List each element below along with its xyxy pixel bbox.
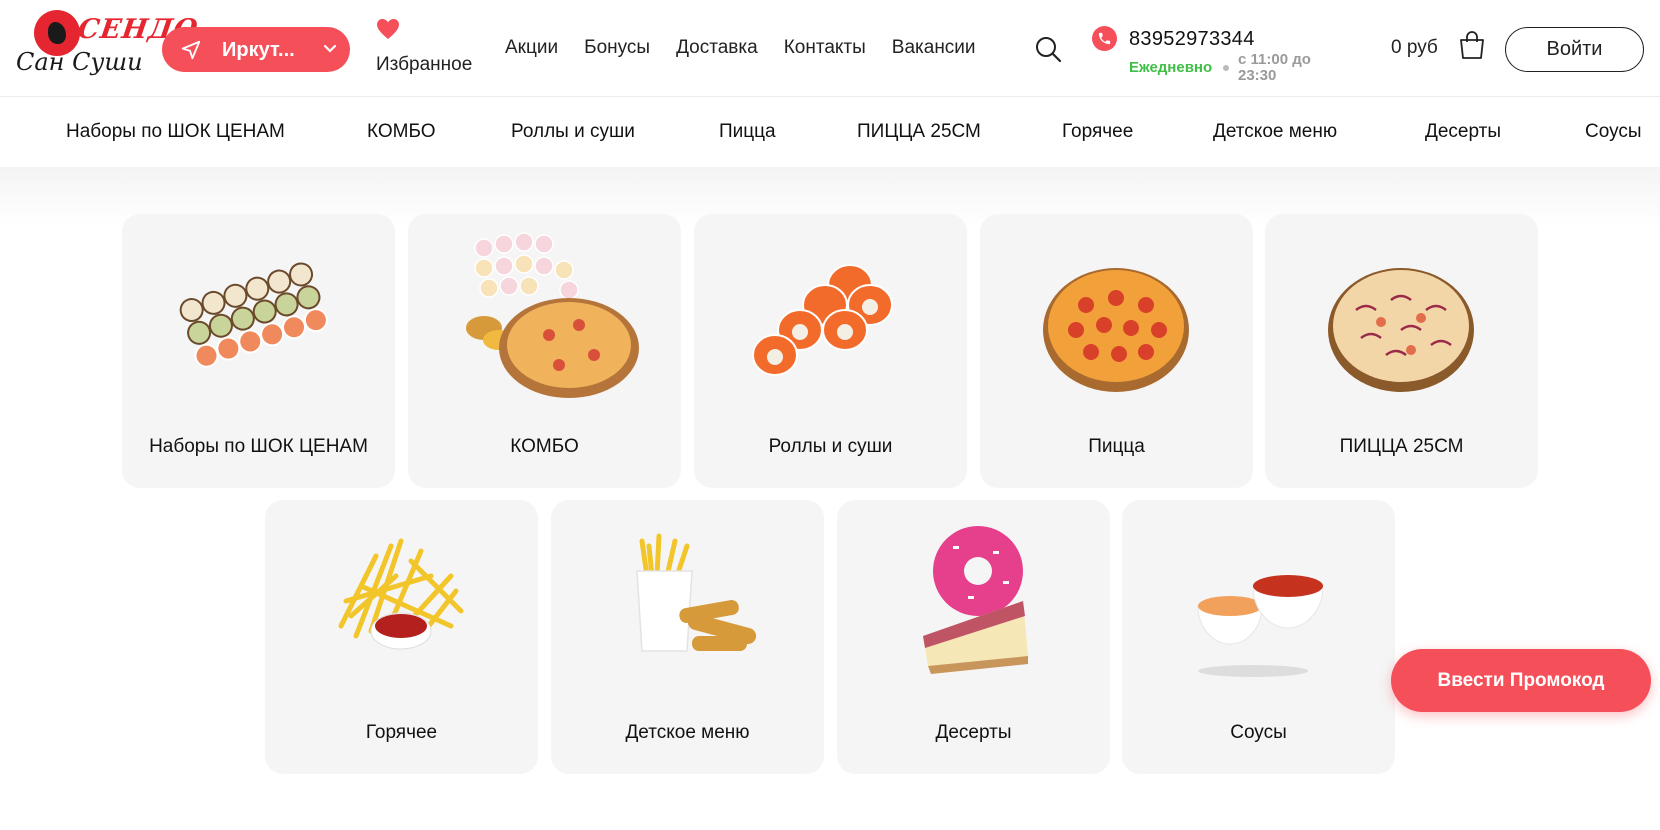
shopping-bag-icon[interactable]	[1458, 30, 1486, 60]
nav-link-promotions[interactable]: Акции	[505, 37, 558, 59]
nav-link-vacancies[interactable]: Вакансии	[892, 37, 976, 59]
phone-number[interactable]: 83952973344	[1129, 28, 1255, 51]
cart-total[interactable]: 0 руб	[1391, 37, 1438, 59]
phone-block: 83952973344 Ежедневно с 11:00 до 23:30	[1092, 26, 1332, 86]
category-card-label: ПИЦЦА 25СМ	[1339, 436, 1464, 457]
category-card-rolls[interactable]: Роллы и суши	[694, 214, 967, 488]
phone-icon	[1092, 26, 1117, 51]
pizza-25-image	[1328, 268, 1474, 392]
schedule-days: Ежедневно	[1129, 59, 1213, 76]
category-link-pizza-25[interactable]: ПИЦЦА 25СМ	[857, 121, 981, 143]
category-card-kids[interactable]: Детское меню	[551, 500, 824, 774]
schedule-separator	[1223, 65, 1229, 71]
chevron-down-icon	[323, 44, 337, 53]
logo[interactable]: СЕНДО Сан Суши	[14, 8, 200, 80]
category-link-kids[interactable]: Детское меню	[1213, 121, 1337, 143]
nav-link-delivery[interactable]: Доставка	[676, 37, 758, 59]
schedule-hours: с 11:00 до 23:30	[1238, 51, 1311, 84]
category-card-shock-sets[interactable]: Наборы по ШОК ЦЕНАМ	[122, 214, 395, 488]
combo-image	[466, 232, 639, 398]
header: СЕНДО Сан Суши Иркут... Избранное Акции …	[0, 0, 1660, 97]
category-card-desserts[interactable]: Десерты	[837, 500, 1110, 774]
dessert-image	[923, 526, 1028, 674]
category-card-label: Детское меню	[625, 722, 750, 743]
category-card-label: Соусы	[1230, 722, 1287, 743]
category-card-label: Роллы и суши	[768, 436, 893, 457]
city-selector-button[interactable]: Иркут...	[162, 27, 350, 72]
login-button[interactable]: Войти	[1505, 27, 1644, 72]
category-link-hot[interactable]: Горячее	[1062, 121, 1133, 143]
nav-link-bonuses[interactable]: Бонусы	[584, 37, 650, 59]
category-link-shock-sets[interactable]: Наборы по ШОК ЦЕНАМ	[66, 121, 285, 143]
location-arrow-icon	[181, 40, 201, 60]
category-link-desserts[interactable]: Десерты	[1425, 121, 1501, 143]
favorites-label: Избранное	[376, 54, 473, 75]
promo-code-button[interactable]: Ввести Промокод	[1391, 649, 1651, 712]
top-navigation: Акции Бонусы Доставка Контакты Вакансии	[505, 37, 1002, 59]
pizza-image	[1043, 268, 1189, 392]
favorites-link[interactable]: Избранное	[376, 18, 486, 78]
category-link-pizza[interactable]: Пицца	[719, 121, 776, 143]
category-card-hot[interactable]: Горячее	[265, 500, 538, 774]
category-card-label: Пицца	[1088, 436, 1145, 457]
category-card-label: КОМБО	[510, 436, 579, 457]
city-label: Иркут...	[222, 39, 295, 61]
category-card-sauces[interactable]: Соусы	[1122, 500, 1395, 774]
nav-link-contacts[interactable]: Контакты	[784, 37, 866, 59]
category-card-label: Десерты	[935, 722, 1012, 743]
rolls-image	[752, 264, 893, 376]
category-link-sauces[interactable]: Соусы	[1585, 121, 1642, 143]
category-card-label: Горячее	[365, 722, 438, 743]
sushi-set-image	[179, 262, 328, 368]
kids-menu-image	[636, 533, 757, 652]
category-link-combo[interactable]: КОМБО	[367, 121, 436, 143]
category-card-label: Наборы по ШОК ЦЕНАМ	[149, 436, 368, 457]
category-bar: Наборы по ШОК ЦЕНАМ КОМБО Роллы и суши П…	[0, 97, 1660, 167]
fries-image	[338, 538, 464, 650]
sauces-image	[1197, 575, 1324, 677]
category-link-rolls[interactable]: Роллы и суши	[511, 121, 635, 143]
category-card-pizza[interactable]: Пицца	[980, 214, 1253, 488]
category-card-combo[interactable]: КОМБО	[408, 214, 681, 488]
category-card-pizza-25[interactable]: ПИЦЦА 25СМ	[1265, 214, 1538, 488]
search-icon[interactable]	[1034, 35, 1062, 63]
heart-icon	[377, 19, 399, 39]
logo-bottom-text: Сан Суши	[16, 48, 143, 76]
